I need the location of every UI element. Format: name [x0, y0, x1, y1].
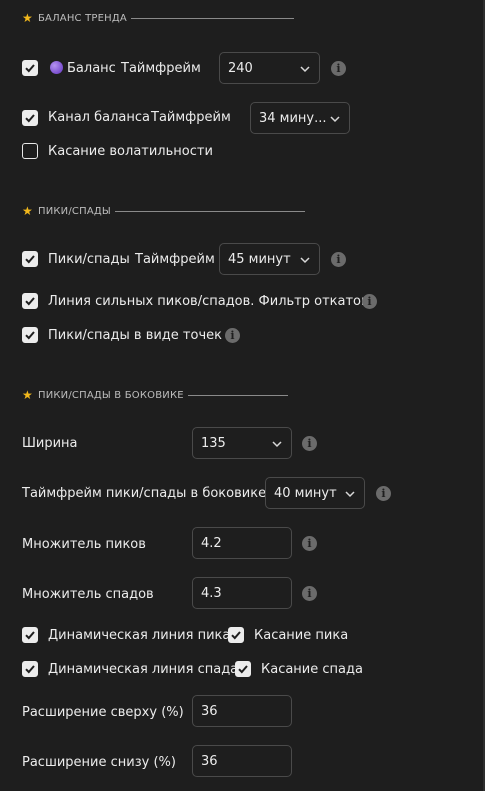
check-icon [25, 255, 35, 264]
extension-top-input[interactable]: 36 [192, 695, 292, 727]
star-icon: ★ [22, 11, 33, 25]
balance-label-wrap: Баланс [50, 61, 116, 77]
peak-multiplier-input[interactable]: 4.2 [192, 527, 292, 559]
volatility-touch-checkbox[interactable] [22, 143, 38, 159]
balance-label: Баланс [67, 61, 116, 76]
info-icon[interactable]: i [302, 536, 317, 551]
trough-touch-label: Касание спада [261, 662, 363, 677]
select-value: 240 [228, 60, 253, 76]
info-icon[interactable]: i [376, 486, 391, 501]
settings-panel: ★ БАЛАНС ТРЕНДА Баланс Таймфрейм 240 i К… [0, 0, 485, 791]
dynamic-trough-line-label: Динамическая линия спада [48, 662, 239, 677]
chevron-down-icon [300, 257, 310, 264]
peak-touch-label: Касание пика [254, 628, 349, 643]
balance-channel-checkbox[interactable] [22, 110, 38, 126]
section-header-peaks-troughs: ★ ПИКИ/СПАДЫ [22, 205, 305, 217]
check-icon [238, 665, 248, 674]
chevron-down-icon [345, 491, 355, 498]
peaks-dots-checkbox[interactable] [22, 327, 38, 343]
dynamic-trough-line-checkbox[interactable] [22, 661, 38, 677]
check-icon [25, 665, 35, 674]
info-icon[interactable]: i [225, 328, 240, 343]
strong-peaks-checkbox[interactable] [22, 293, 38, 309]
check-icon [25, 297, 35, 306]
section-title: ПИКИ/СПАДЫ [37, 205, 111, 217]
check-icon [25, 114, 35, 123]
chevron-down-icon [330, 116, 340, 123]
section-header-peaks-troughs-side: ★ ПИКИ/СПАДЫ В БОКОВИКЕ [22, 389, 288, 401]
side-timeframe-select[interactable]: 40 минут [265, 477, 365, 509]
check-icon [25, 331, 35, 340]
input-value: 4.3 [201, 585, 222, 601]
info-icon[interactable]: i [362, 294, 377, 309]
peaks-label: Пики/спады [48, 252, 130, 267]
balance-timeframe-label: Таймфрейм [121, 61, 201, 76]
input-value: 4.2 [201, 535, 222, 551]
check-icon [231, 631, 241, 640]
strong-peaks-label: Линия сильных пиков/спадов. Фильтр откат… [48, 294, 369, 309]
section-title: БАЛАНС ТРЕНДА [37, 12, 127, 24]
select-value: 34 мину... [259, 110, 327, 126]
star-icon: ★ [22, 204, 33, 218]
select-value: 45 минут [228, 251, 291, 267]
dynamic-peak-line-checkbox[interactable] [22, 627, 38, 643]
info-icon[interactable]: i [331, 61, 346, 76]
chevron-down-icon [272, 441, 282, 448]
section-divider [130, 17, 294, 19]
purple-dot-icon [50, 61, 63, 74]
width-select[interactable]: 135 [192, 427, 292, 459]
section-title: ПИКИ/СПАДЫ В БОКОВИКЕ [37, 389, 184, 401]
balance-channel-timeframe-label: Таймфрейм [151, 110, 231, 125]
info-icon[interactable]: i [331, 252, 346, 267]
peak-multiplier-label: Множитель пиков [22, 537, 146, 552]
extension-bottom-label: Расширение снизу (%) [22, 755, 176, 770]
peak-touch-checkbox[interactable] [228, 627, 244, 643]
balance-channel-timeframe-select[interactable]: 34 мину... [250, 102, 350, 134]
chevron-down-icon [300, 66, 310, 73]
trough-multiplier-input[interactable]: 4.3 [192, 577, 292, 609]
select-value: 135 [201, 435, 226, 451]
input-value: 36 [201, 703, 218, 719]
section-header-trend-balance: ★ БАЛАНС ТРЕНДА [22, 12, 294, 24]
section-divider [114, 210, 305, 212]
star-icon: ★ [22, 388, 33, 402]
info-icon[interactable]: i [302, 586, 317, 601]
side-timeframe-label: Таймфрейм пики/спады в боковике [22, 486, 267, 501]
peaks-timeframe-label: Таймфрейм [135, 252, 215, 267]
width-label: Ширина [22, 436, 78, 451]
section-divider [187, 394, 288, 396]
extension-bottom-input[interactable]: 36 [192, 745, 292, 777]
peaks-checkbox[interactable] [22, 251, 38, 267]
input-value: 36 [201, 753, 218, 769]
volatility-touch-label: Касание волатильности [48, 144, 213, 159]
extension-top-label: Расширение сверху (%) [22, 705, 184, 720]
dynamic-peak-line-label: Динамическая линия пика [48, 628, 231, 643]
trough-multiplier-label: Множитель спадов [22, 587, 154, 602]
balance-channel-label: Канал баланса [48, 110, 150, 125]
balance-timeframe-select[interactable]: 240 [219, 52, 320, 84]
trough-touch-checkbox[interactable] [235, 661, 251, 677]
balance-checkbox[interactable] [22, 60, 38, 76]
peaks-timeframe-select[interactable]: 45 минут [219, 243, 320, 275]
peaks-dots-label: Пики/спады в виде точек [48, 328, 222, 343]
check-icon [25, 631, 35, 640]
check-icon [25, 64, 35, 73]
info-icon[interactable]: i [302, 436, 317, 451]
select-value: 40 минут [274, 485, 337, 501]
